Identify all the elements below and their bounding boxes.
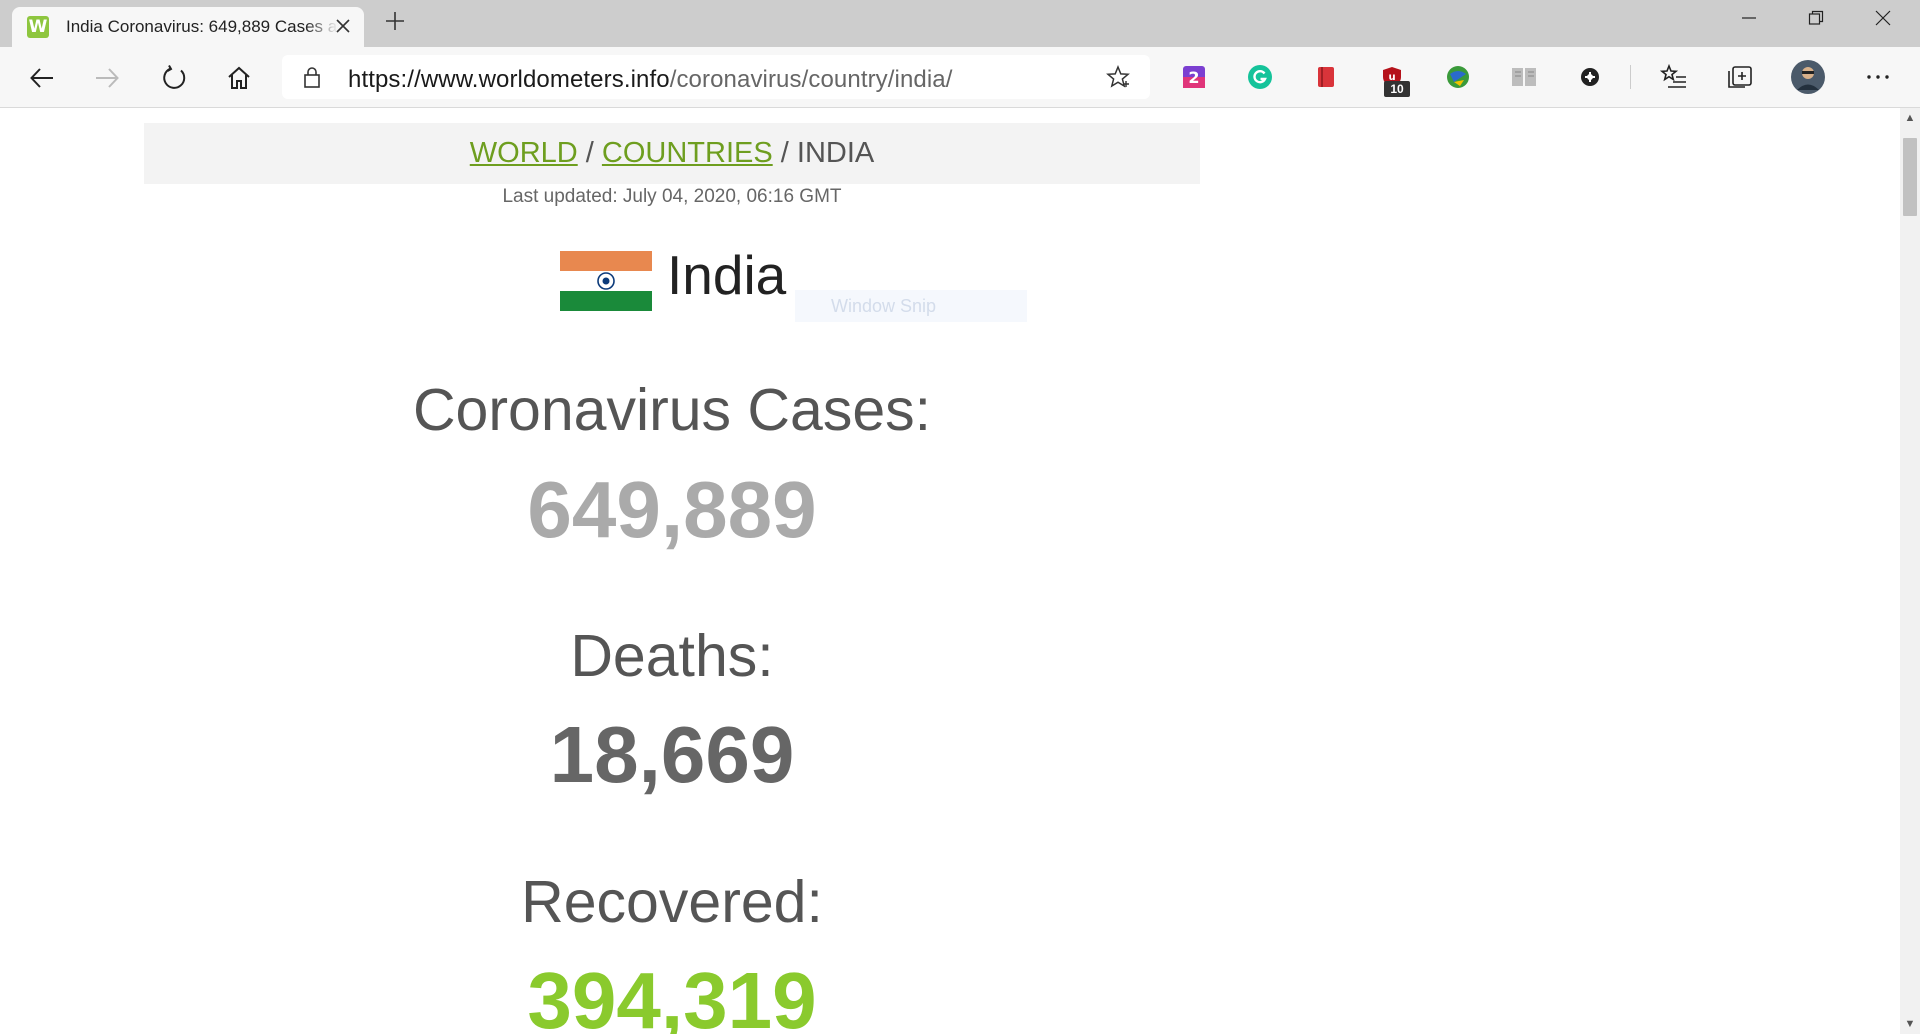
url-text[interactable]: https://www.worldometers.info/coronaviru…: [348, 66, 953, 93]
close-tab-icon[interactable]: [332, 16, 354, 38]
browser-tab[interactable]: W India Coronavirus: 649,889 Cases and 1…: [12, 7, 364, 47]
breadcrumb-world-link[interactable]: WORLD: [470, 137, 578, 169]
breadcrumb: WORLD / COUNTRIES / INDIA: [144, 123, 1200, 184]
deaths-label: Deaths:: [570, 623, 774, 689]
grammarly-icon[interactable]: [1246, 63, 1274, 91]
cases-label: Coronavirus Cases:: [412, 377, 932, 443]
close-window-button[interactable]: [1850, 0, 1916, 36]
url-domain: https://www.worldometers.info: [348, 66, 670, 93]
tab-strip: W India Coronavirus: 649,889 Cases and 1…: [0, 0, 1920, 47]
toolbar-separator: [1630, 65, 1631, 89]
url-path: /coronavirus/country/india/: [669, 66, 953, 93]
favorites-list-icon[interactable]: [1660, 63, 1688, 91]
refresh-icon[interactable]: [157, 61, 191, 95]
restore-button[interactable]: [1783, 0, 1849, 36]
minimize-button[interactable]: [1716, 0, 1782, 36]
avatar[interactable]: [1790, 59, 1826, 95]
translate-extension-icon[interactable]: [1576, 63, 1604, 91]
reading-view-icon[interactable]: [1510, 63, 1538, 91]
country-name: India: [667, 244, 787, 306]
breadcrumb-countries-link[interactable]: COUNTRIES: [602, 137, 773, 169]
scroll-up-arrow-icon[interactable]: ▲: [1900, 108, 1920, 128]
vertical-scrollbar[interactable]: ▲ ▼: [1900, 108, 1920, 1034]
page-content: WORLD / COUNTRIES / INDIA Last updated: …: [0, 108, 1900, 1034]
deaths-value: 18,669: [549, 710, 795, 799]
cases-value: 649,889: [527, 465, 817, 554]
home-icon[interactable]: [222, 61, 256, 95]
last-updated: Last updated: July 04, 2020, 06:16 GMT: [502, 186, 842, 207]
tab-title: India Coronavirus: 649,889 Cases and 18,…: [66, 17, 338, 36]
browser-toolbar: https://www.worldometers.info/coronaviru…: [0, 47, 1920, 108]
red-book-extension-icon[interactable]: [1312, 63, 1340, 91]
scroll-thumb[interactable]: [1903, 138, 1917, 216]
window-snip-overlay: Window Snip: [795, 290, 1027, 322]
breadcrumb-separator: /: [780, 137, 789, 169]
collections-icon[interactable]: [1726, 63, 1754, 91]
scroll-down-arrow-icon[interactable]: ▼: [1900, 1014, 1920, 1034]
lock-icon[interactable]: [300, 65, 324, 89]
extension-2-icon[interactable]: 2: [1180, 63, 1208, 91]
breadcrumb-separator: /: [585, 137, 594, 169]
recovered-value: 394,319: [527, 956, 817, 1034]
more-icon[interactable]: [1864, 63, 1892, 91]
svg-text:2: 2: [1188, 68, 1199, 87]
star-icon[interactable]: [1106, 65, 1130, 89]
worldometer-favicon-icon: W: [27, 16, 49, 38]
back-arrow-icon[interactable]: [25, 61, 59, 95]
recovered-label: Recovered:: [521, 869, 823, 935]
address-bar[interactable]: https://www.worldometers.info/coronaviru…: [282, 55, 1150, 99]
india-flag-icon: [560, 251, 652, 311]
extension-badge: 10: [1384, 81, 1410, 97]
new-tab-button[interactable]: [380, 9, 410, 39]
breadcrumb-current: INDIA: [796, 137, 875, 169]
forward-arrow-icon[interactable]: [90, 61, 124, 95]
globe-download-icon[interactable]: [1444, 63, 1472, 91]
